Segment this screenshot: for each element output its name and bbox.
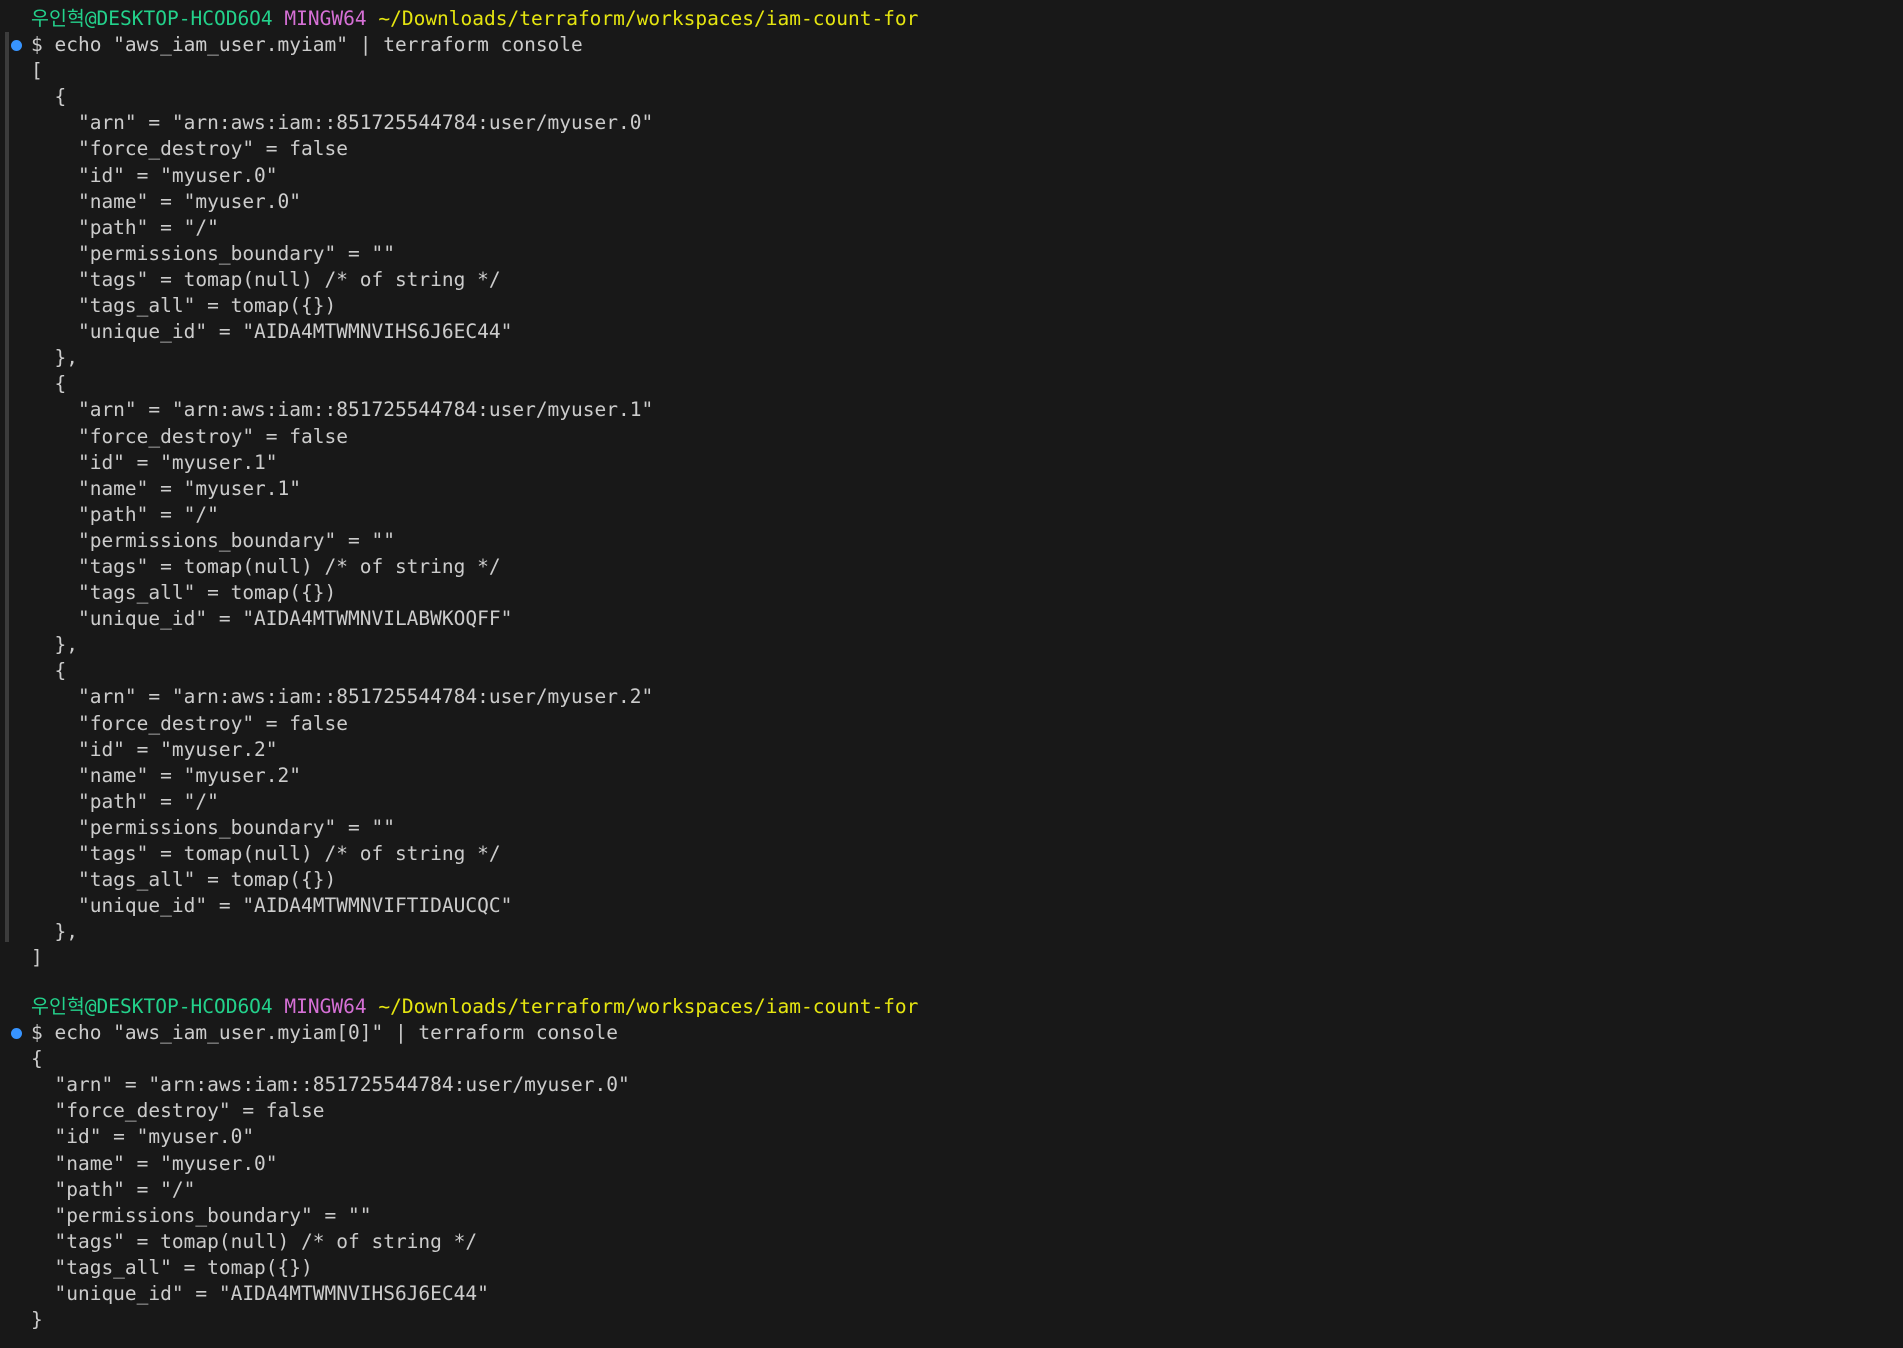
output-line: "tags_all" = tomap({}) [31, 581, 337, 605]
output-line: "name" = "myuser.0" [31, 1151, 278, 1175]
output-line: "force_destroy" = false [31, 1099, 325, 1123]
command-block-2: 우인혁@DESKTOP-HCOD6O4 MINGW64 ~/Downloads/… [0, 994, 918, 1333]
output-line: "tags" = tomap(null) /* of string */ [31, 1229, 478, 1253]
output-line: "path" = "/" [31, 215, 219, 239]
prompt-user-host: 우인혁@DESKTOP-HCOD6O4 [31, 995, 273, 1018]
output-line: "force_destroy" = false [31, 424, 348, 448]
output-line: "force_destroy" = false [31, 137, 348, 161]
output-line: }, [31, 920, 78, 944]
command-text: $ echo "aws_iam_user.myiam[0]" | terrafo… [31, 1021, 618, 1045]
output-line: "tags" = tomap(null) /* of string */ [31, 554, 501, 578]
output-line: [ [31, 59, 43, 83]
output-line: "force_destroy" = false [31, 711, 348, 735]
output-line: "path" = "/" [31, 1177, 196, 1201]
output-line: "permissions_boundary" = "" [31, 241, 395, 265]
command-line[interactable]: $ echo "aws_iam_user.myiam[0]" | terrafo… [0, 1020, 918, 1046]
prompt-line: 우인혁@DESKTOP-HCOD6O4 MINGW64 ~/Downloads/… [0, 994, 918, 1020]
output-line: "arn" = "arn:aws:iam::851725544784:user/… [31, 685, 654, 709]
output-line: } [31, 1308, 43, 1332]
output-line: "tags_all" = tomap({}) [31, 868, 337, 892]
prompt-system: MINGW64 [284, 995, 367, 1018]
output-line: "unique_id" = "AIDA4MTWMNVILABWKOQFF" [31, 607, 513, 631]
command-output: [ { "arn" = "arn:aws:iam::851725544784:u… [0, 58, 918, 971]
output-line: }, [31, 346, 78, 370]
prompt-system: MINGW64 [284, 7, 367, 30]
output-line: "name" = "myuser.2" [31, 763, 302, 787]
output-line: { [31, 1047, 43, 1071]
output-line: { [31, 659, 67, 683]
terminal-panel[interactable]: 우인혁@DESKTOP-HCOD6O4 MINGW64 ~/Downloads/… [0, 0, 1903, 1348]
output-line: { [31, 85, 67, 109]
output-line: "tags" = tomap(null) /* of string */ [31, 842, 501, 865]
output-line: "unique_id" = "AIDA4MTWMNVIFTIDAUCQC" [31, 894, 513, 918]
output-line: "path" = "/" [31, 502, 219, 526]
output-line: "permissions_boundary" = "" [31, 528, 395, 552]
output-line: "arn" = "arn:aws:iam::851725544784:user/… [31, 1073, 630, 1097]
output-line: "permissions_boundary" = "" [31, 1203, 372, 1227]
output-line: "path" = "/" [31, 789, 219, 813]
output-line: "name" = "myuser.0" [31, 189, 302, 213]
output-line: "name" = "myuser.1" [31, 476, 302, 500]
prompt-user-host: 우인혁@DESKTOP-HCOD6O4 [31, 7, 273, 30]
output-line: { [31, 372, 67, 396]
command-text: $ echo "aws_iam_user.myiam" | terraform … [31, 33, 583, 57]
output-line: "unique_id" = "AIDA4MTWMNVIHS6J6EC44" [31, 320, 513, 344]
command-status-dot-icon[interactable] [11, 40, 22, 52]
output-line: "tags_all" = tomap({}) [31, 294, 337, 318]
output-line: "permissions_boundary" = "" [31, 815, 395, 839]
output-line: "id" = "myuser.2" [31, 737, 278, 761]
prompt-line: 우인혁@DESKTOP-HCOD6O4 MINGW64 ~/Downloads/… [0, 6, 918, 32]
output-line: }, [31, 633, 78, 657]
command-block-1: 우인혁@DESKTOP-HCOD6O4 MINGW64 ~/Downloads/… [0, 6, 918, 971]
output-line: "tags" = tomap(null) /* of string */ [31, 267, 501, 291]
output-line: "unique_id" = "AIDA4MTWMNVIHS6J6EC44" [31, 1282, 489, 1306]
output-line: "arn" = "arn:aws:iam::851725544784:user/… [31, 398, 654, 422]
output-line: "id" = "myuser.0" [31, 1125, 255, 1149]
prompt-path: ~/Downloads/terraform/workspaces/iam-cou… [378, 995, 919, 1018]
output-line: "arn" = "arn:aws:iam::851725544784:user/… [31, 111, 654, 135]
command-output: { "arn" = "arn:aws:iam::851725544784:use… [0, 1046, 918, 1333]
output-line: "id" = "myuser.1" [31, 450, 278, 474]
output-line: "id" = "myuser.0" [31, 163, 278, 187]
command-line[interactable]: $ echo "aws_iam_user.myiam" | terraform … [0, 32, 918, 58]
prompt-path: ~/Downloads/terraform/workspaces/iam-cou… [378, 7, 919, 30]
command-status-dot-icon[interactable] [11, 1028, 22, 1040]
output-line: "tags_all" = tomap({}) [31, 1255, 313, 1279]
output-line: ] [31, 946, 43, 970]
